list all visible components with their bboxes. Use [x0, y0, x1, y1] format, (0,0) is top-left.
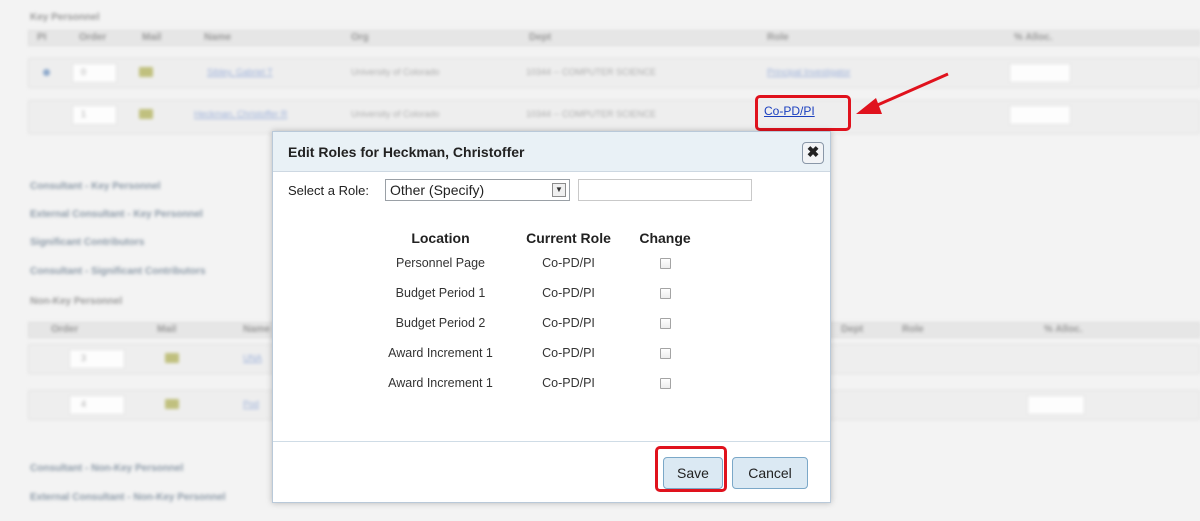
current-role-cell: Co-PD/PI — [542, 316, 595, 330]
roles-table: Location Current Role Change Personnel P… — [369, 228, 705, 398]
current-role-cell: Co-PD/PI — [542, 346, 595, 360]
change-checkbox[interactable] — [659, 348, 671, 360]
close-icon[interactable]: ✖ — [802, 142, 824, 164]
location-cell: Personnel Page — [396, 256, 485, 270]
col-location: Location — [411, 230, 470, 246]
edit-roles-dialog: Edit Roles for Heckman, Christoffer ✖ Se… — [272, 131, 831, 503]
change-checkbox[interactable] — [659, 318, 671, 330]
highlight-box-save — [655, 446, 727, 492]
location-cell: Award Increment 1 — [388, 346, 493, 360]
select-role-label: Select a Role: — [288, 183, 369, 198]
col-current-role: Current Role — [526, 230, 611, 246]
table-row: Budget Period 1 Co-PD/PI — [369, 278, 705, 308]
current-role-cell: Co-PD/PI — [542, 286, 595, 300]
dialog-titlebar[interactable]: Edit Roles for Heckman, Christoffer ✖ — [273, 132, 830, 172]
location-cell: Budget Period 2 — [395, 316, 486, 330]
table-row: Budget Period 2 Co-PD/PI — [369, 308, 705, 338]
other-role-input[interactable] — [578, 179, 752, 201]
change-checkbox[interactable] — [659, 288, 671, 300]
dialog-title: Edit Roles for Heckman, Christoffer — [288, 144, 525, 160]
table-row: Personnel Page Co-PD/PI — [369, 248, 705, 278]
dialog-footer: Save Cancel — [273, 441, 830, 503]
location-cell: Budget Period 1 — [395, 286, 486, 300]
roles-table-header: Location Current Role Change — [369, 228, 705, 248]
change-checkbox[interactable] — [659, 378, 671, 390]
role-select-value: Other (Specify) — [390, 182, 485, 198]
cancel-button[interactable]: Cancel — [732, 457, 808, 489]
change-checkbox[interactable] — [659, 258, 671, 270]
chevron-down-icon[interactable]: ▼ — [552, 183, 566, 197]
location-cell: Award Increment 1 — [388, 376, 493, 390]
current-role-cell: Co-PD/PI — [542, 256, 595, 270]
col-change: Change — [639, 230, 691, 246]
table-row: Award Increment 1 Co-PD/PI — [369, 338, 705, 368]
table-row: Award Increment 1 Co-PD/PI — [369, 368, 705, 398]
role-select[interactable]: Other (Specify) ▼ — [385, 179, 570, 201]
current-role-cell: Co-PD/PI — [542, 376, 595, 390]
